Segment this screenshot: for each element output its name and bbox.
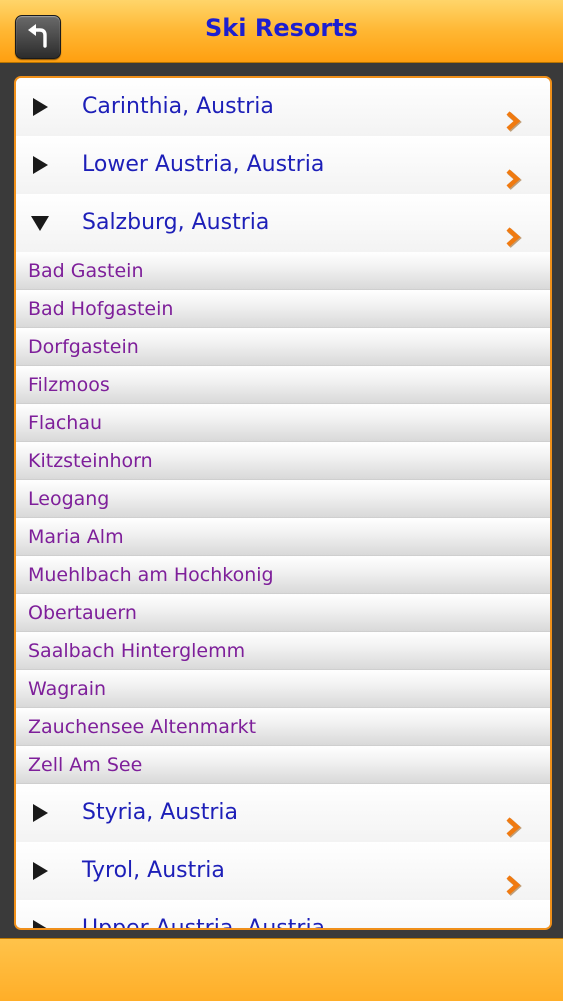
expand-toggle-collapsed[interactable]: [30, 919, 50, 928]
resort-list-item[interactable]: Flachau: [16, 404, 550, 442]
resort-list[interactable]: Carinthia, Austria Lower Austria, Austria…: [16, 78, 550, 930]
region-label: Tyrol, Austria: [82, 858, 225, 883]
resort-list-item[interactable]: Maria Alm: [16, 518, 550, 556]
triangle-right-icon: [33, 804, 48, 822]
resort-list-item[interactable]: Wagrain: [16, 670, 550, 708]
bottom-bar: [0, 938, 563, 1001]
resort-list-item[interactable]: Bad Gastein: [16, 252, 550, 290]
region-row[interactable]: Carinthia, Austria: [16, 78, 550, 136]
region-row[interactable]: Upper Austria, Austria: [16, 900, 550, 930]
expand-toggle-expanded[interactable]: [30, 213, 50, 233]
region-label: Upper Austria, Austria: [82, 916, 326, 930]
region-label: Lower Austria, Austria: [82, 152, 325, 177]
chevron-right-icon: [506, 817, 522, 838]
triangle-right-icon: [33, 862, 48, 880]
expand-toggle-collapsed[interactable]: [30, 861, 50, 881]
expand-toggle-collapsed[interactable]: [30, 97, 50, 117]
resort-list-item[interactable]: Bad Hofgastein: [16, 290, 550, 328]
resort-list-item[interactable]: Zell Am See: [16, 746, 550, 784]
region-label: Carinthia, Austria: [82, 94, 274, 119]
region-row[interactable]: Salzburg, Austria: [16, 194, 550, 252]
resort-list-item[interactable]: Obertauern: [16, 594, 550, 632]
chevron-right-icon: [506, 169, 522, 190]
region-row[interactable]: Tyrol, Austria: [16, 842, 550, 900]
resort-list-item[interactable]: Saalbach Hinterglemm: [16, 632, 550, 670]
chevron-right-icon: [506, 227, 522, 248]
triangle-right-icon: [33, 920, 47, 928]
resort-list-item[interactable]: Leogang: [16, 480, 550, 518]
expand-toggle-collapsed[interactable]: [30, 155, 50, 175]
resort-list-item[interactable]: Zauchensee Altenmarkt: [16, 708, 550, 746]
resort-list-item[interactable]: Dorfgastein: [16, 328, 550, 366]
resort-list-item[interactable]: Kitzsteinhorn: [16, 442, 550, 480]
region-label: Styria, Austria: [82, 800, 238, 825]
navigation-bar: Ski Resorts: [0, 0, 563, 63]
expand-toggle-collapsed[interactable]: [30, 803, 50, 823]
resort-list-panel: Carinthia, Austria Lower Austria, Austria…: [14, 76, 552, 930]
resort-list-item[interactable]: Filzmoos: [16, 366, 550, 404]
chevron-right-icon: [506, 111, 522, 132]
chevron-right-icon: [506, 875, 522, 896]
triangle-down-icon: [31, 216, 49, 231]
resort-list-item[interactable]: Muehlbach am Hochkonig: [16, 556, 550, 594]
region-label: Salzburg, Austria: [82, 210, 270, 235]
region-row[interactable]: Styria, Austria: [16, 784, 550, 842]
triangle-right-icon: [33, 98, 48, 116]
page-title: Ski Resorts: [205, 14, 358, 42]
triangle-right-icon: [33, 156, 48, 174]
region-row[interactable]: Lower Austria, Austria: [16, 136, 550, 194]
